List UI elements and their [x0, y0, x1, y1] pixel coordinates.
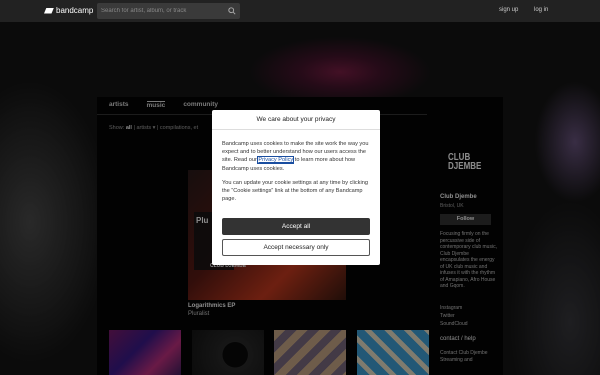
- signup-link[interactable]: sign up: [499, 7, 518, 13]
- cookie-explanation: Bandcamp uses cookies to make the site w…: [222, 140, 372, 173]
- cookie-settings-note: You can update your cookie settings at a…: [222, 179, 368, 203]
- dialog-body: Bandcamp uses cookies to make the site w…: [222, 140, 372, 209]
- search-input[interactable]: [101, 6, 221, 16]
- cookie-consent-dialog: We care about your privacy Bandcamp uses…: [212, 110, 380, 265]
- search-box: [97, 3, 240, 19]
- dialog-title: We care about your privacy: [212, 110, 380, 130]
- top-bar: bandcamp sign up log in: [0, 0, 600, 22]
- bandcamp-logo[interactable]: bandcamp: [44, 6, 93, 15]
- accept-necessary-button[interactable]: Accept necessary only: [222, 239, 370, 256]
- accept-all-button[interactable]: Accept all: [222, 218, 370, 235]
- login-link[interactable]: log in: [534, 7, 548, 13]
- search-icon[interactable]: [228, 7, 236, 15]
- logo-text: bandcamp: [56, 6, 94, 15]
- privacy-policy-link[interactable]: Privacy Policy: [257, 156, 295, 165]
- bandcamp-logo-icon: [44, 7, 54, 14]
